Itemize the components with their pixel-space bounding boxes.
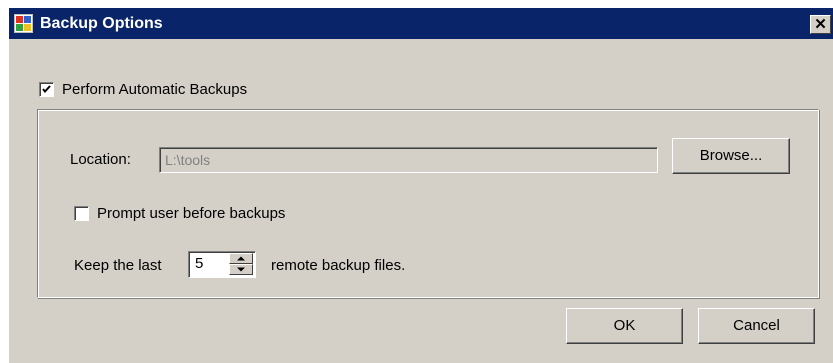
prompt-user-checkbox-row[interactable]: Prompt user before backups <box>74 205 285 222</box>
auto-backup-checkbox[interactable] <box>39 82 54 97</box>
remote-files-label: remote backup files. <box>271 257 406 274</box>
title-bar[interactable]: Backup Options ✕ <box>9 8 833 39</box>
prompt-user-label: Prompt user before backups <box>97 205 286 222</box>
chevron-down-icon <box>237 267 245 272</box>
browse-button[interactable]: Browse... <box>672 138 790 174</box>
dialog-title: Backup Options <box>40 15 163 32</box>
close-button[interactable]: ✕ <box>810 15 831 34</box>
location-input[interactable] <box>159 147 658 173</box>
keep-last-label: Keep the last <box>74 257 162 274</box>
app-window-icon <box>14 14 33 33</box>
auto-backup-label: Perform Automatic Backups <box>62 81 248 98</box>
prompt-user-checkbox[interactable] <box>74 206 89 221</box>
backup-count-stepper[interactable]: 5 <box>188 251 256 278</box>
ok-button[interactable]: OK <box>566 308 683 344</box>
decrement-button[interactable] <box>229 264 253 275</box>
location-label: Location: <box>70 151 131 168</box>
close-icon: ✕ <box>814 16 827 33</box>
increment-button[interactable] <box>229 253 253 264</box>
chevron-up-icon <box>237 256 245 261</box>
backup-count-value: 5 <box>195 255 204 272</box>
checkmark-icon <box>42 85 51 94</box>
auto-backup-checkbox-row[interactable]: Perform Automatic Backups <box>39 81 247 98</box>
backup-options-dialog: Backup Options ✕ Perform Automatic Backu… <box>9 8 833 363</box>
cancel-button[interactable]: Cancel <box>698 308 815 344</box>
